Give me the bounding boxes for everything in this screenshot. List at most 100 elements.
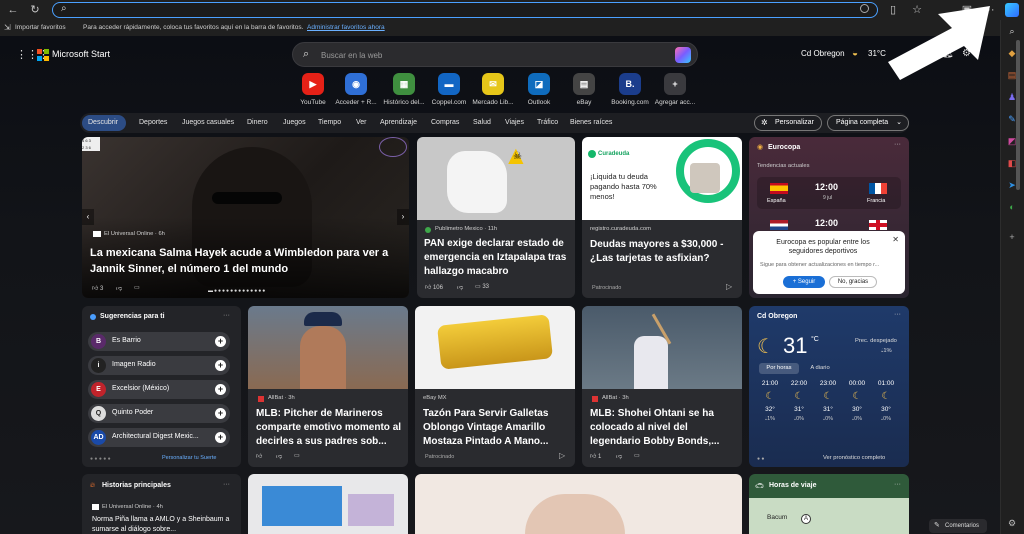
settings-icon[interactable]: ⚙ [1006,518,1018,528]
close-icon[interactable]: ✕ [892,235,899,244]
more-icon[interactable]: ··· [894,141,901,148]
dislike-icon[interactable]: 👎︎ [616,452,622,460]
pan-source[interactable]: Publimetro Mexico · 11h [435,226,497,232]
nav-item[interactable]: Deportes [139,113,167,133]
quick-link-tile[interactable]: ◪ Outlook [518,73,560,106]
tab-daily[interactable]: A diario [803,363,837,374]
scrollbar[interactable] [1016,40,1020,190]
quick-link-tile[interactable]: ◉ Acceder + R... [335,73,377,106]
mlb1-source[interactable]: AllBat · 3h [268,395,295,401]
dislike-icon[interactable]: 👎︎ [276,452,282,460]
copilot-search-icon[interactable] [675,47,691,63]
quick-link-tile[interactable]: + Agregar acc... [654,73,696,106]
add-sidebar-icon[interactable]: + [1006,232,1018,242]
quick-link-tile[interactable]: B. Booking.com [609,73,651,106]
copilot-icon[interactable] [1005,3,1019,17]
weather-unit[interactable]: °C [811,336,819,343]
search-icon[interactable]: ⌕ [1006,26,1018,36]
ad-domain[interactable]: registro.curadeuda.com [590,226,651,232]
more-icon[interactable]: ··· [223,481,230,488]
image-card-shopping[interactable] [248,474,408,534]
like-icon[interactable]: 👍︎ 106 [425,283,443,291]
nav-item[interactable]: Aprendizaje [380,113,417,133]
quick-link-tile[interactable]: ▦ Histórico del... [383,73,425,106]
ad-title[interactable]: Deudas mayores a $30,000 - ¿Las tarjetas… [590,238,738,266]
nav-item[interactable]: Bienes raíces [570,113,612,133]
manage-favorites-link[interactable]: Administrar favoritos ahora [307,20,385,36]
personalize-button[interactable]: ✲ Personalizar [754,115,822,131]
hero-title[interactable]: La mexicana Salma Hayek acude a Wimbledo… [90,245,402,277]
nav-item[interactable]: Descubrir [88,113,118,133]
more-icon[interactable]: ··· [894,481,901,488]
mlb1-title[interactable]: MLB: Pitcher de Marineros comparte emoti… [256,407,404,449]
comment-icon[interactable]: ▭ [634,452,640,459]
story-source[interactable]: El Universal Online · 4h [102,504,163,510]
follow-plus-icon[interactable]: + [215,408,226,419]
brand-name[interactable]: Microsoft Start [52,49,110,59]
layout-dropdown[interactable]: Página completa ⌄ [827,115,909,131]
travel-title[interactable]: Horas de viaje [769,482,816,489]
suggestion-item[interactable]: Q Quinto Poder + [88,404,230,423]
mlb2-source[interactable]: AllBat · 3h [602,395,629,401]
dislike-icon[interactable]: 👎︎ [116,284,122,292]
carousel-dots[interactable]: ▬●●●●●●●●●●●●● [208,288,266,294]
full-forecast-link[interactable]: Ver pronóstico completo [823,455,885,461]
image-card-hands[interactable] [415,474,742,534]
nav-item[interactable]: Compras [431,113,459,133]
nav-item[interactable]: Dinero [247,113,268,133]
comment-icon[interactable]: ▭ [134,284,140,291]
import-favorites-link[interactable]: Importar favoritos [15,20,66,36]
more-icon[interactable]: ··· [223,312,230,319]
header-weather-city[interactable]: Cd Obregon [801,49,845,58]
nav-item[interactable]: Juegos [283,113,306,133]
story-text[interactable]: Norma Piña llama a AMLO y a Sheinbaum a … [92,515,237,534]
quick-link-tile[interactable]: ▤ eBay [563,73,605,106]
quick-link-tile[interactable]: ▶ YouTube [292,73,334,106]
nav-item[interactable]: Juegos casuales [182,113,234,133]
news-card-mlb1[interactable]: AllBat · 3h MLB: Pitcher de Marineros co… [248,306,408,467]
suggestion-item[interactable]: E Excelsior (México) + [88,380,230,399]
pager-dots[interactable]: ● ● [757,456,764,462]
nav-item[interactable]: Tráfico [537,113,558,133]
ad-card-ebay[interactable]: eBay MX Tazón Para Servir Galletas Oblon… [415,306,575,467]
back-icon[interactable]: ← [4,2,22,18]
web-search-box[interactable]: ⌕ Buscar en la web [292,42,698,67]
follow-plus-icon[interactable]: + [215,360,226,371]
dislike-icon[interactable]: 👎︎ [457,283,463,291]
comment-icon[interactable]: ▭ [294,452,300,459]
ebay-title[interactable]: Tazón Para Servir Galletas Oblongo Vinta… [423,407,571,449]
refresh-icon[interactable]: ↻ [26,2,44,18]
like-icon[interactable]: 👍︎ 1 [590,452,601,460]
address-bar[interactable]: ⌕ [52,2,878,18]
eurocopa-title[interactable]: Eurocopa [768,144,800,151]
follow-plus-icon[interactable]: + [215,336,226,347]
pager-dots[interactable]: ● ● ● ● ● [90,456,111,462]
play-icon[interactable]: ▷ [559,451,565,460]
news-card-mlb2[interactable]: AllBat · 3h MLB: Shohei Ohtani se ha col… [582,306,742,467]
pan-title[interactable]: PAN exige declarar estado de emergencia … [424,237,572,279]
drop-icon[interactable]: ◐ [1006,202,1018,212]
like-icon[interactable]: 👍︎ 3 [92,284,103,292]
travel-card[interactable]: 🚗︎ Horas de viaje ··· Bacum A [749,474,909,534]
feedback-button[interactable]: ✎ Comentarios [929,519,987,533]
quick-link-tile[interactable]: ▬ Coppel.com [428,73,470,106]
follow-plus-icon[interactable]: + [215,384,226,395]
follow-button[interactable]: + Seguir [783,276,825,288]
suggestion-item[interactable]: i Imagen Radio + [88,356,230,375]
nav-item[interactable]: Viajes [505,113,524,133]
customize-link[interactable]: Personalizar tu Suerte [162,455,216,461]
quick-link-tile[interactable]: ✉ Mercado Lib... [472,73,514,106]
ebay-source[interactable]: eBay MX [423,395,447,401]
suggestion-item[interactable]: B Es Barrio + [88,332,230,351]
more-icon[interactable]: ··· [894,311,901,318]
hero-source[interactable]: El Universal Online · 6h [104,231,165,237]
no-thanks-button[interactable]: No, gracias [829,276,877,288]
comment-icon[interactable]: ▭ 33 [475,283,489,290]
play-icon[interactable]: ▷ [726,282,732,291]
like-icon[interactable]: 👍︎ [256,452,262,460]
suggestion-item[interactable]: AD Architectural Digest Mexic... + [88,428,230,447]
nav-item[interactable]: Salud [473,113,491,133]
nav-item[interactable]: Ver [356,113,367,133]
weather-city[interactable]: Cd Obregon [757,313,797,320]
hero-card[interactable]: 1 6 32 3 6 ‹ › El Universal Online · 6h … [82,137,409,298]
